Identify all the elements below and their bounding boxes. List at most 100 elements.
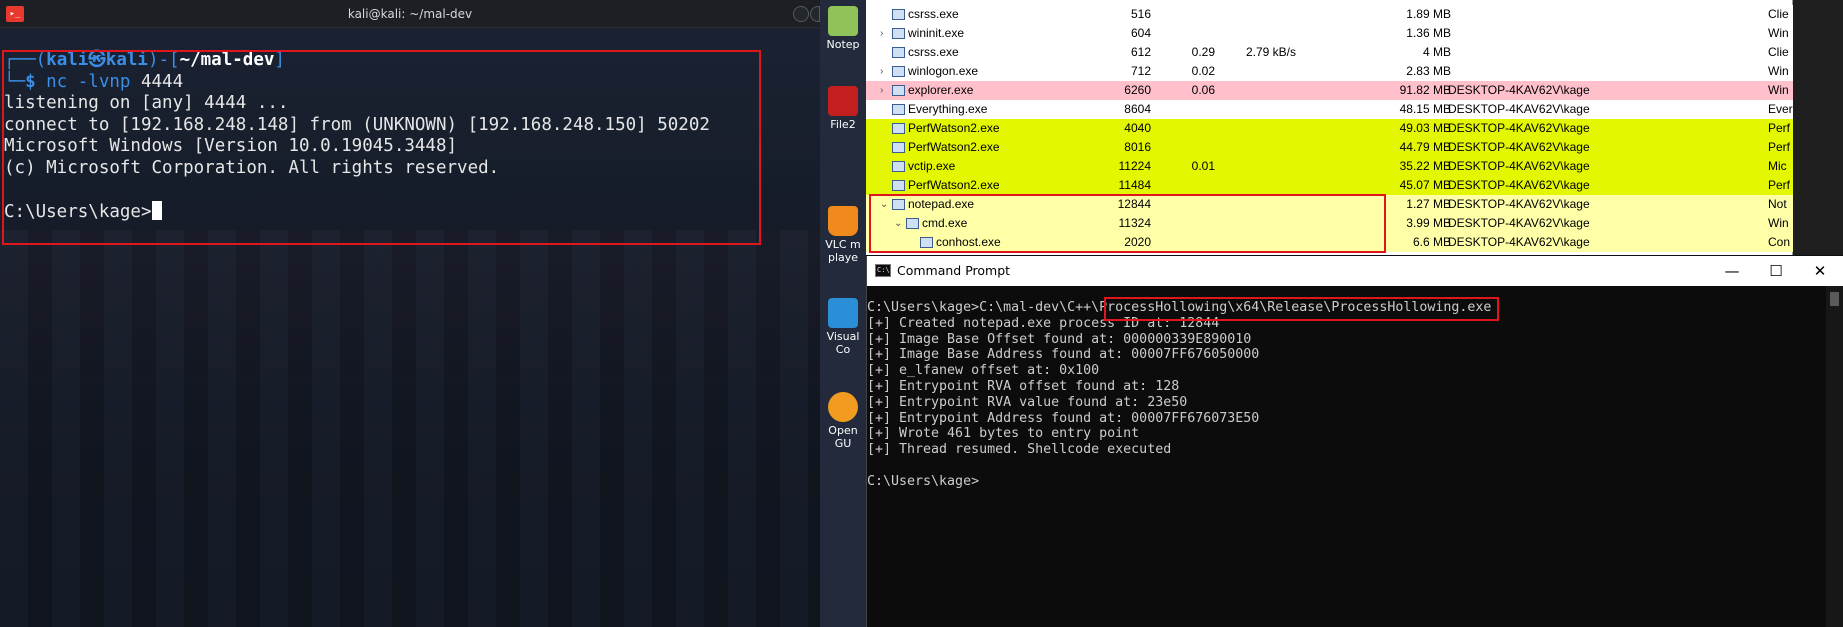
process-memory: 4 MB xyxy=(1422,45,1451,59)
tree-expander-icon[interactable]: › xyxy=(880,62,890,81)
process-icon xyxy=(892,104,905,115)
vlc-icon xyxy=(828,206,858,236)
process-user: DESKTOP-4KAV62V\kage xyxy=(1448,121,1590,135)
output-line: [+] Entrypoint RVA value found at: 23e50 xyxy=(867,394,1188,410)
process-row[interactable]: vctip.exe 11224 0.01 35.22 MB DESKTOP-4KAV62… xyxy=(866,157,1793,176)
process-user: DESKTOP-4KAV62V\kage xyxy=(1448,216,1590,230)
desktop-shortcut-label: GU xyxy=(834,437,852,450)
process-icon xyxy=(892,161,905,172)
desktop-shortcut[interactable]: VLC m playe xyxy=(820,206,866,264)
process-icon xyxy=(892,9,905,20)
close-button[interactable]: ✕ xyxy=(1798,256,1842,286)
process-pid: 11224 xyxy=(1118,159,1151,173)
highlight-box xyxy=(1104,297,1499,321)
process-user: DESKTOP-4KAV62V\kage xyxy=(1448,83,1590,97)
highlight-box xyxy=(869,194,1386,253)
cmd-app-icon: C:\ xyxy=(875,264,891,277)
window-control-button[interactable] xyxy=(810,6,820,22)
maximize-button[interactable]: ☐ xyxy=(1754,256,1798,286)
process-name: explorer.exe xyxy=(908,83,974,97)
process-row[interactable]: PerfWatson2.exe 4040 49.03 MB DESKTOP-4KAV6… xyxy=(866,119,1793,138)
desktop-shortcut-label: File2 xyxy=(830,118,856,131)
background-desktop xyxy=(1793,0,1843,255)
window-title: Command Prompt xyxy=(897,263,1011,278)
process-name: PerfWatson2.exe xyxy=(908,178,1000,192)
kali-terminal-window[interactable]: ▸_ kali@kali: ~/mal-dev ┌──(kali㉿kali)-[… xyxy=(0,0,820,627)
process-memory: 1.89 MB xyxy=(1406,7,1451,21)
openvpn-icon xyxy=(828,392,858,422)
process-name: winlogon.exe xyxy=(908,64,979,78)
process-cpu: 0.01 xyxy=(1191,159,1215,173)
process-row[interactable]: PerfWatson2.exe 11484 45.07 MB DESKTOP-4KAV… xyxy=(866,176,1793,195)
desktop-shortcut-label: Notep xyxy=(826,38,860,51)
process-io: 2.79 kB/s xyxy=(1245,45,1296,59)
process-row[interactable]: Everything.exe 8604 48.15 MB DESKTOP-4KAV62… xyxy=(866,100,1793,119)
desktop-shortcut[interactable]: Open GU xyxy=(820,392,866,450)
cmd-titlebar[interactable]: C:\ Command Prompt — ☐ ✕ xyxy=(867,256,1843,286)
process-memory: 48.15 MB xyxy=(1399,102,1451,116)
window-title: kali@kali: ~/mal-dev xyxy=(347,7,473,21)
process-icon xyxy=(892,142,905,153)
process-name: vctip.exe xyxy=(908,159,956,173)
process-cpu: 0.06 xyxy=(1191,83,1215,97)
desktop-shortcut[interactable]: Visual Co xyxy=(820,298,866,356)
process-pid: 8604 xyxy=(1124,102,1151,116)
process-name: Everything.exe xyxy=(908,102,988,116)
process-row[interactable]: › wininit.exe 604 1.36 MB Win xyxy=(866,24,1793,43)
process-memory: 44.79 MB xyxy=(1399,140,1451,154)
process-icon xyxy=(892,28,905,39)
process-memory: 35.22 MB xyxy=(1399,159,1451,173)
desktop-shortcut-label: VLC m xyxy=(825,238,861,251)
desktop-shortcut-label: playe xyxy=(827,251,859,264)
process-cpu: 0.02 xyxy=(1191,64,1215,78)
desktop-shortcut[interactable]: Notep xyxy=(820,6,866,51)
output-line: [+] Image Base Address found at: 00007FF… xyxy=(867,347,1260,363)
shell-prompt: C:\Users\kage> xyxy=(867,300,980,315)
output-line: [+] Entrypoint RVA offset found at: 128 xyxy=(867,378,1180,394)
output-line: [+] e_lfanew offset at: 0x100 xyxy=(867,363,1100,379)
process-pid: 612 xyxy=(1130,45,1151,59)
process-memory: 1.36 MB xyxy=(1406,26,1451,40)
process-user: DESKTOP-4KAV62V\kage xyxy=(1448,102,1590,116)
desktop-shortcut[interactable]: File2 xyxy=(820,86,866,131)
process-name: csrss.exe xyxy=(908,45,959,59)
shell-prompt: C:\Users\kage> xyxy=(867,473,980,489)
process-memory: 49.03 MB xyxy=(1399,121,1451,135)
process-memory: 2.83 MB xyxy=(1406,64,1451,78)
tree-expander-icon[interactable]: › xyxy=(880,24,890,43)
desktop-icons-strip: Notep File2 VLC m playe Visual Co Open G… xyxy=(820,0,866,627)
desktop-shortcut-label: Open xyxy=(828,424,858,437)
kali-titlebar[interactable]: ▸_ kali@kali: ~/mal-dev xyxy=(0,0,820,28)
process-icon xyxy=(892,47,905,58)
console-output[interactable]: C:\Users\kage>C:\mal-dev\C++\ProcessHoll… xyxy=(867,300,1491,490)
process-cpu: 0.29 xyxy=(1191,45,1215,59)
process-pid: 8016 xyxy=(1124,140,1151,154)
process-memory: 45.07 MB xyxy=(1399,178,1451,192)
process-name: PerfWatson2.exe xyxy=(908,121,1000,135)
filezilla-icon xyxy=(828,86,858,116)
process-row[interactable]: › explorer.exe 6260 0.06 91.82 MB DESKTOP-4KA… xyxy=(866,81,1793,100)
tree-expander-icon[interactable]: › xyxy=(880,81,890,100)
vertical-scrollbar[interactable] xyxy=(1826,286,1843,627)
process-name: csrss.exe xyxy=(908,7,959,21)
process-row[interactable]: csrss.exe 516 1.89 MB Clie xyxy=(866,5,1793,24)
process-pid: 6260 xyxy=(1124,83,1151,97)
process-pid: 11484 xyxy=(1118,178,1151,192)
vscode-icon xyxy=(828,298,858,328)
process-icon xyxy=(892,180,905,191)
process-pid: 712 xyxy=(1130,64,1151,78)
desktop-shortcut-label: Visual xyxy=(826,330,860,343)
minimize-button[interactable]: — xyxy=(1710,256,1754,286)
scrollbar-thumb[interactable] xyxy=(1830,292,1839,306)
process-row[interactable]: › winlogon.exe 712 0.02 2.83 MB Win xyxy=(866,62,1793,81)
process-row[interactable]: PerfWatson2.exe 8016 44.79 MB DESKTOP-4KAV6… xyxy=(866,138,1793,157)
window-control-button[interactable] xyxy=(793,6,809,22)
process-row[interactable]: csrss.exe 612 0.29 2.79 kB/s 4 MB Clie xyxy=(866,43,1793,62)
process-user: DESKTOP-4KAV62V\kage xyxy=(1448,178,1590,192)
process-name: wininit.exe xyxy=(908,26,965,40)
process-pid: 604 xyxy=(1130,26,1151,40)
wallpaper-skyline xyxy=(0,230,820,627)
process-memory: 91.82 MB xyxy=(1399,83,1451,97)
output-line: [+] Entrypoint Address found at: 00007FF… xyxy=(867,410,1260,426)
process-user: DESKTOP-4KAV62V\kage xyxy=(1448,197,1590,211)
